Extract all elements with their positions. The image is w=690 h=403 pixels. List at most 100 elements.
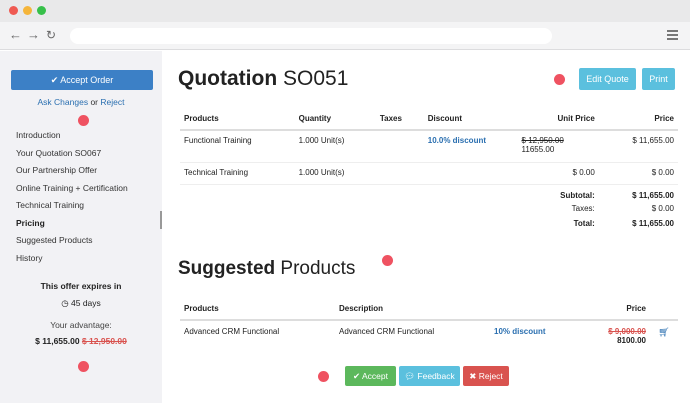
advantage-old-price: $ 12,950.00 <box>81 336 127 346</box>
reject-label: Reject <box>478 371 503 381</box>
sidebar-item-history[interactable]: History <box>16 250 162 268</box>
feedback-button[interactable]: 💬︎ Feedback <box>399 366 460 386</box>
sidebar-item-your-quotation[interactable]: Your Quotation SO067 <box>16 145 162 163</box>
sidebar-item-technical-training[interactable]: Technical Training <box>16 197 162 215</box>
subtotal-row: Subtotal: $ 11,655.00 <box>180 184 678 202</box>
hamburger-menu-icon[interactable] <box>667 30 678 42</box>
total-label: Total: <box>573 218 595 228</box>
check-icon: ✔ <box>352 371 361 381</box>
check-icon: ✔ <box>50 75 59 85</box>
subtotal-label: Subtotal: <box>560 190 595 200</box>
taxes-row: Taxes: $ 0.00 <box>180 202 678 217</box>
feedback-label: Feedback <box>417 371 455 381</box>
ask-changes-link[interactable]: Ask Changes <box>38 97 89 107</box>
table-header-row: Products Quantity Taxes Discount Unit Pr… <box>180 108 678 131</box>
product-name: Functional Training <box>180 130 295 163</box>
unit-old-price: $ 12,950.00 <box>521 136 564 145</box>
advantage-price: $ 11,655.00 $ 12,950.00 <box>0 336 162 346</box>
hotspot-marker[interactable] <box>382 255 393 266</box>
total-row: Total: $ 11,655.00 <box>180 217 678 232</box>
cart-icon[interactable]: 🛒︎ <box>658 327 669 337</box>
title-number: SO051 <box>283 67 349 90</box>
suggested-product-discount: 10% discount <box>494 327 546 336</box>
product-taxes <box>375 162 424 185</box>
hotspot-marker[interactable] <box>78 115 89 126</box>
reject-button[interactable]: ✖ Reject <box>463 366 509 386</box>
product-price: $ 11,655.00 <box>598 130 678 163</box>
accept-label: Accept <box>362 371 389 381</box>
suggested-price-cell: $ 9,000.00 8100.00 <box>580 320 650 351</box>
product-quantity: 1.000 Unit(s) <box>294 130 376 163</box>
offer-days: ◷ 45 days <box>0 298 162 309</box>
hotspot-marker[interactable] <box>554 74 565 85</box>
comment-icon: 💬︎ <box>404 371 416 381</box>
col-quantity: Quantity <box>294 108 376 131</box>
page-title: Quotation SO051 <box>178 67 348 91</box>
taxes-value: $ 0.00 <box>651 203 674 213</box>
reject-link[interactable]: Reject <box>100 97 124 107</box>
col-taxes: Taxes <box>375 108 424 131</box>
offer-expires-label: This offer expires in <box>40 281 122 291</box>
browser-toolbar: ← → ↻ <box>0 22 690 50</box>
col-discount: Discount <box>423 108 518 131</box>
maximize-window-icon[interactable] <box>37 6 46 15</box>
sidebar: ✔ Accept Order Ask Changes or Reject Int… <box>0 51 162 403</box>
sidebar-item-suggested-products[interactable]: Suggested Products <box>16 232 162 250</box>
advantage-label: Your advantage: <box>50 320 112 330</box>
accept-order-button[interactable]: ✔ Accept Order <box>11 70 153 90</box>
sidebar-item-online-training[interactable]: Online Training + Certification <box>16 180 162 198</box>
sidebar-item-pricing[interactable]: Pricing <box>16 215 162 233</box>
total-value: $ 11,655.00 <box>632 218 674 228</box>
unit-price-cell: $ 12,950.00 11655.00 <box>517 130 599 163</box>
edit-quote-button[interactable]: Edit Quote <box>579 68 636 90</box>
product-name: Technical Training <box>180 162 295 185</box>
suggested-product-description: Advanced CRM Functional <box>339 327 435 336</box>
col-discount <box>490 298 580 321</box>
product-taxes <box>375 130 424 163</box>
sidebar-item-partnership-offer[interactable]: Our Partnership Offer <box>16 162 162 180</box>
unit-price: $ 0.00 <box>517 162 599 185</box>
hotspot-marker[interactable] <box>318 371 329 382</box>
col-unit-price: Unit Price <box>517 108 599 131</box>
or-text: or <box>90 97 99 107</box>
hotspot-marker[interactable] <box>78 361 89 372</box>
reload-icon[interactable]: ↻ <box>46 27 56 43</box>
scroll-indicator <box>160 211 162 229</box>
title-bold: Quotation <box>178 67 278 90</box>
suggested-products-table: Products Description Price Advanced CRM … <box>180 298 678 351</box>
table-row: Technical Training 1.000 Unit(s) $ 0.00 … <box>180 162 678 185</box>
col-products: Products <box>180 108 295 131</box>
days-value: 45 days <box>71 298 101 308</box>
close-window-icon[interactable] <box>9 6 18 15</box>
product-discount <box>423 162 518 185</box>
ask-changes-row: Ask Changes or Reject <box>0 97 162 107</box>
advantage-new-price: $ 11,655.00 <box>35 336 80 346</box>
product-discount: 10.0% discount <box>423 130 518 163</box>
forward-arrow-icon[interactable]: → <box>27 27 40 43</box>
product-price: $ 0.00 <box>598 162 678 185</box>
subtotal-value: $ 11,655.00 <box>632 190 674 200</box>
accept-button[interactable]: ✔ Accept <box>345 366 396 386</box>
col-price: Price <box>598 108 678 131</box>
back-arrow-icon[interactable]: ← <box>9 27 22 43</box>
address-bar[interactable] <box>70 28 552 44</box>
col-description: Description <box>335 298 490 321</box>
suggested-title-rest: Products <box>280 258 356 279</box>
suggested-product-name: Advanced CRM Functional <box>184 327 280 336</box>
col-products: Products <box>180 298 335 321</box>
window-titlebar <box>0 0 690 22</box>
sidebar-nav: Introduction Your Quotation SO067 Our Pa… <box>16 127 162 267</box>
product-quantity: 1.000 Unit(s) <box>294 162 376 185</box>
sidebar-item-introduction[interactable]: Introduction <box>16 127 162 145</box>
unit-price: 11655.00 <box>521 145 555 154</box>
print-button[interactable]: Print <box>642 68 675 90</box>
suggested-price: 8100.00 <box>617 336 646 345</box>
accept-order-label: Accept Order <box>60 75 114 85</box>
minimize-window-icon[interactable] <box>23 6 32 15</box>
times-icon: ✖ <box>469 371 477 381</box>
clock-icon: ◷ <box>61 298 69 308</box>
quotation-table: Products Quantity Taxes Discount Unit Pr… <box>180 108 678 232</box>
suggested-products-title: Suggested Products <box>178 258 355 280</box>
table-row: Functional Training 1.000 Unit(s) 10.0% … <box>180 130 678 163</box>
table-row: Advanced CRM Functional Advanced CRM Fun… <box>180 320 678 351</box>
